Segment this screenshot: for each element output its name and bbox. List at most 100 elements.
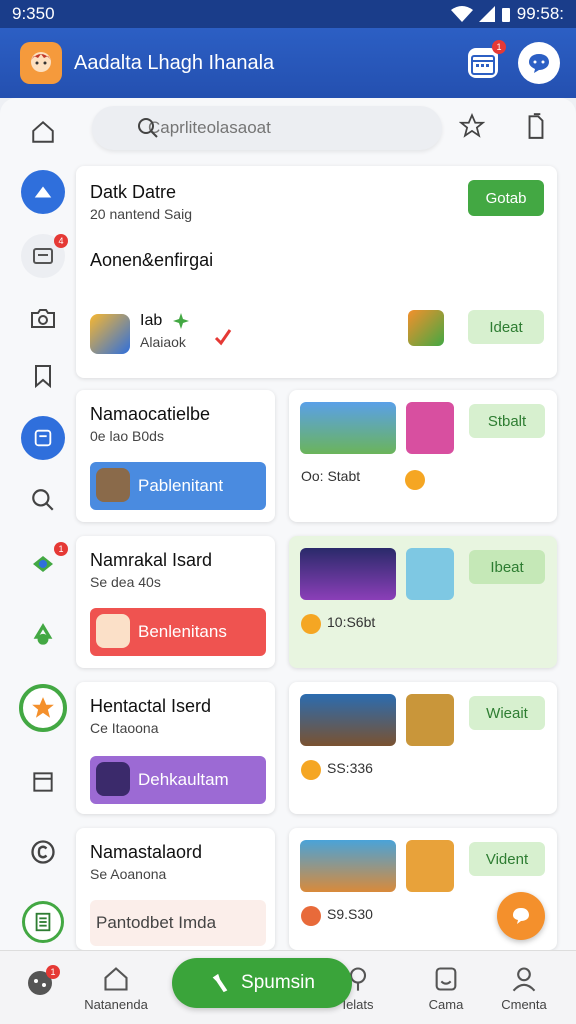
nav-item-profile[interactable]: Cmenta bbox=[484, 965, 564, 1021]
game-room-icon bbox=[435, 967, 457, 991]
games-badge: 1 bbox=[54, 542, 68, 556]
list-card-3-action-label: Dehkaultam bbox=[138, 770, 229, 789]
messages-badge: 4 bbox=[54, 234, 68, 248]
calendar-button[interactable]: 1 bbox=[462, 40, 506, 84]
game-card-3-thumbnail bbox=[300, 694, 396, 746]
game-card-2-thumbnail bbox=[300, 548, 396, 600]
game-card-1-thumbnail bbox=[300, 402, 396, 454]
chat-bubble-icon bbox=[513, 908, 529, 924]
list-card-2-title: Namrakal Isard bbox=[90, 550, 213, 570]
check-icon bbox=[214, 329, 232, 346]
floating-action-button[interactable] bbox=[497, 892, 545, 940]
nav-item-home[interactable]: Natanenda bbox=[76, 965, 156, 1021]
search-icon bbox=[138, 118, 158, 138]
camera-icon bbox=[31, 309, 55, 328]
bookmark-icon bbox=[35, 365, 51, 389]
wand-icon bbox=[212, 973, 228, 993]
game-card-3-button[interactable]: Wieait bbox=[469, 696, 545, 730]
sidebar-item-copyright[interactable] bbox=[12, 828, 74, 876]
sidebar-item-dashboard[interactable] bbox=[12, 168, 74, 216]
game-card-2-button[interactable]: Ibeat bbox=[469, 550, 545, 584]
sidebar-item-favorites[interactable] bbox=[12, 684, 74, 732]
game-card-4-thumbnail bbox=[300, 840, 396, 892]
featured-app-icon bbox=[90, 314, 130, 354]
document-icon bbox=[33, 772, 53, 792]
sidebar-item-library[interactable] bbox=[12, 898, 74, 946]
list-card-4-action-button[interactable]: Pantodbet Imda bbox=[90, 900, 266, 946]
chat-button[interactable] bbox=[518, 42, 560, 84]
avatar bbox=[96, 762, 130, 796]
app-logo-icon bbox=[20, 42, 62, 84]
star-outline-icon bbox=[459, 113, 485, 138]
status-bar: 9:350 99:58: bbox=[0, 0, 576, 28]
featured-title: Datk Datre bbox=[90, 182, 177, 202]
list-card-4: Namastalaord Se Aoanona Pantodbet Imda bbox=[76, 828, 275, 950]
book-icon bbox=[22, 901, 64, 943]
sidebar-item-games[interactable]: 1 bbox=[12, 540, 74, 588]
copyright-icon bbox=[31, 840, 55, 864]
featured-primary-button[interactable]: Gotab bbox=[468, 180, 544, 216]
list-card-2-action-label: Benlenitans bbox=[138, 622, 227, 641]
list-card-2-subtitle: Se dea 40s bbox=[90, 574, 161, 590]
avatar bbox=[96, 468, 130, 502]
game-card-2: Ibeat 10:S6bt bbox=[289, 536, 557, 668]
game-card-1-price: Oo: Stabt bbox=[301, 468, 361, 484]
status-right-time: 99:58: bbox=[516, 4, 564, 23]
home-icon bbox=[104, 967, 128, 991]
featured-secondary-button[interactable]: Ideat bbox=[468, 310, 544, 344]
coin-icon bbox=[301, 760, 321, 780]
game-thumbnail-icon bbox=[408, 310, 444, 346]
game-card-4-button[interactable]: Vident bbox=[469, 842, 545, 876]
sidebar-item-search[interactable] bbox=[12, 476, 74, 524]
sidebar-item-camera[interactable] bbox=[12, 294, 74, 342]
sidebar-item-home[interactable] bbox=[12, 108, 74, 156]
sidebar-item-messages[interactable]: 4 bbox=[12, 232, 74, 280]
list-card-3-action-button[interactable]: Dehkaultam bbox=[90, 756, 266, 804]
nav-item-game[interactable]: 1 bbox=[0, 965, 80, 1021]
sparkle-icon bbox=[173, 313, 189, 329]
spin-button[interactable]: Spumsin bbox=[172, 958, 352, 1008]
game-card-4-avatar bbox=[406, 840, 454, 892]
chat-icon bbox=[529, 54, 549, 73]
avatar bbox=[96, 614, 130, 648]
sidebar-item-bookmark[interactable] bbox=[12, 352, 74, 400]
calendar-icon bbox=[468, 48, 498, 78]
list-card-2-action-button[interactable]: Benlenitans bbox=[90, 608, 266, 656]
recycle-icon bbox=[33, 623, 53, 645]
list-card-2: Namrakal Isard Se dea 40s Benlenitans bbox=[76, 536, 275, 668]
nav-item-game-room[interactable]: Cama bbox=[406, 965, 486, 1021]
game-card-1-button[interactable]: Stbalt bbox=[469, 404, 545, 438]
star-icon bbox=[19, 684, 67, 732]
sidebar-item-documents[interactable] bbox=[12, 758, 74, 806]
list-card-1: Namaocatielbe 0e lao B0ds Pablenitant bbox=[76, 390, 275, 522]
featured-subtitle: 20 nantend Saig bbox=[90, 206, 192, 222]
nav-profile-label: Cmenta bbox=[501, 997, 547, 1012]
list-card-1-action-button[interactable]: Pablenitant bbox=[90, 462, 266, 510]
list-card-1-title: Namaocatielbe bbox=[90, 404, 211, 424]
battery-icon bbox=[501, 8, 510, 22]
list-card-4-action-label: Pantodbet Imda bbox=[96, 913, 217, 932]
search-bar[interactable] bbox=[92, 106, 442, 150]
notes-icon bbox=[21, 416, 65, 460]
search-input[interactable] bbox=[148, 118, 428, 138]
sidebar-item-notes[interactable] bbox=[12, 414, 74, 462]
clipboard-button[interactable] bbox=[520, 110, 552, 142]
clipboard-icon bbox=[528, 113, 544, 139]
game-card-4-price: S9.S30 bbox=[327, 906, 373, 922]
sidebar: 4 1 bbox=[12, 108, 74, 948]
nav-game-room-label: Cama bbox=[428, 997, 464, 1012]
nav-stats-label: Ielats bbox=[342, 997, 374, 1012]
game-card-3: Wieait SS:336 bbox=[289, 682, 557, 814]
sidebar-item-recycle[interactable] bbox=[12, 612, 74, 660]
coin-icon bbox=[301, 906, 321, 926]
list-card-3: Hentactal Iserd Ce Itaoona Dehkaultam bbox=[76, 682, 275, 814]
game-card-1: Stbalt Oo: Stabt bbox=[289, 390, 557, 522]
game-card-3-price: SS:336 bbox=[327, 760, 373, 776]
game-icon bbox=[33, 556, 53, 572]
coin-icon bbox=[405, 470, 425, 490]
featured-app-subtitle: Alaiaok bbox=[140, 334, 186, 350]
favorite-button[interactable] bbox=[456, 110, 488, 142]
coin-icon bbox=[301, 614, 321, 634]
app-title: Aadalta Lhagh Ihanala bbox=[74, 51, 275, 74]
nav-game-badge: 1 bbox=[46, 965, 60, 979]
